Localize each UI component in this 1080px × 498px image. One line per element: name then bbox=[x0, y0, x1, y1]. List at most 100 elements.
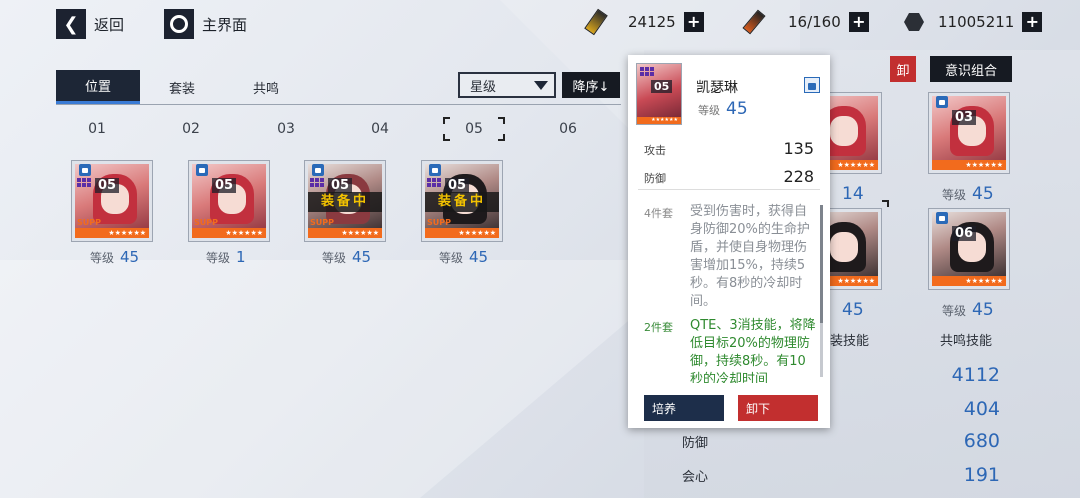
selection-corner bbox=[443, 134, 450, 141]
sort-order-button[interactable]: 降序↓ bbox=[562, 72, 620, 98]
stamina-value: 16/160 bbox=[788, 13, 841, 31]
card-number: 03 bbox=[952, 110, 977, 125]
partial-card-level: 14 bbox=[842, 184, 864, 204]
rank-pips bbox=[427, 178, 443, 187]
popup-thumbnail: 05 ★★★★★★ bbox=[636, 63, 682, 125]
resource-stamina: 16/160 + bbox=[742, 9, 869, 35]
memory-card[interactable]: 05 装备中 SUPP ★★★★★★ bbox=[304, 160, 386, 242]
stat-row: 防御 680 bbox=[682, 430, 1000, 452]
gear-nut-icon bbox=[902, 10, 926, 34]
card-level: 等级 45 bbox=[322, 248, 372, 266]
card-level: 等级 45 bbox=[942, 184, 994, 204]
slot-number[interactable]: 03 bbox=[266, 121, 306, 137]
unload-button[interactable]: 卸 bbox=[890, 56, 916, 82]
card-stars: ★★★★★★ bbox=[308, 228, 382, 238]
divider bbox=[638, 189, 820, 190]
slot-number[interactable]: 01 bbox=[77, 121, 117, 137]
gold-ticket-icon bbox=[584, 8, 608, 36]
rank-pips bbox=[640, 67, 656, 76]
tab-divider bbox=[56, 104, 621, 105]
lock-icon bbox=[429, 164, 441, 176]
card-number: 06 bbox=[952, 226, 977, 241]
stamina-battery-icon bbox=[742, 9, 766, 35]
bg-shape bbox=[0, 260, 700, 498]
popup-card-number: 05 bbox=[651, 80, 673, 93]
partial-card-level: 45 bbox=[842, 300, 864, 320]
card-stars: ★★★★★★ bbox=[75, 228, 149, 238]
slot-number[interactable]: 02 bbox=[171, 121, 211, 137]
lock-icon bbox=[936, 212, 948, 224]
combo-button[interactable]: 意识组合 bbox=[930, 56, 1012, 82]
lock-icon bbox=[79, 164, 91, 176]
rank-pips bbox=[77, 178, 93, 187]
set-effects-scroll[interactable]: 4件套 受到伤害时，获得自身防御20%的生命护盾，并使自身物理伤害增加15%，持… bbox=[628, 201, 830, 383]
selection-corner bbox=[443, 117, 450, 124]
card-number: 05 bbox=[328, 178, 353, 193]
lock-icon bbox=[196, 164, 208, 176]
sort-dropdown-value: 星级 bbox=[470, 79, 497, 95]
back-button[interactable]: ❮ 返回 bbox=[56, 8, 124, 40]
card-level: 等级 45 bbox=[439, 248, 489, 266]
supp-label: SUPP bbox=[77, 218, 101, 227]
tab-position[interactable]: 位置 bbox=[56, 70, 140, 104]
card-level: 等级 45 bbox=[90, 248, 140, 266]
popup-level: 等级 45 bbox=[698, 99, 748, 119]
set2-label: 2件套 bbox=[644, 321, 673, 334]
popup-name: 凯瑟琳 bbox=[696, 80, 738, 96]
partial-skill-label: 装技能 bbox=[830, 334, 870, 349]
equipped-label: 装备中 bbox=[425, 192, 499, 212]
tab-bar: 位置 套装 共鸣 bbox=[56, 70, 308, 104]
equipped-label: 装备中 bbox=[308, 192, 382, 212]
card-number: 05 bbox=[212, 178, 237, 193]
slot-number-selected[interactable]: 05 bbox=[454, 121, 494, 137]
resonance-skill-label: 共鸣技能 bbox=[940, 334, 993, 349]
lock-icon bbox=[936, 96, 948, 108]
popup-stat: 防御 228 bbox=[644, 167, 814, 186]
selection-corner bbox=[498, 134, 505, 141]
slot-number[interactable]: 04 bbox=[360, 121, 400, 137]
resource-gold: 24125 + bbox=[584, 8, 704, 36]
slot-number[interactable]: 06 bbox=[548, 121, 588, 137]
resource-gear: 11005211 + bbox=[902, 10, 1043, 34]
home-circle-icon bbox=[164, 9, 194, 39]
lock-icon bbox=[312, 164, 324, 176]
home-button[interactable]: 主界面 bbox=[164, 8, 247, 40]
chevron-left-icon: ❮ bbox=[56, 9, 86, 39]
home-label: 主界面 bbox=[202, 15, 248, 34]
train-button[interactable]: 培养 bbox=[644, 395, 724, 421]
memory-card[interactable]: 03 ★★★★★★ bbox=[928, 92, 1010, 174]
card-level: 等级 45 bbox=[942, 300, 994, 320]
add-gear-button[interactable]: + bbox=[1022, 12, 1043, 32]
memory-card[interactable]: 05 SUPP ★★★★★★ bbox=[188, 160, 270, 242]
set4-label: 4件套 bbox=[644, 207, 673, 220]
card-stars: ★★★★★★ bbox=[637, 117, 681, 124]
memory-card[interactable]: 06 ★★★★★★ bbox=[928, 208, 1010, 290]
card-level: 等级 1 bbox=[206, 248, 246, 266]
memory-card[interactable]: 05 装备中 SUPP ★★★★★★ bbox=[421, 160, 503, 242]
back-label: 返回 bbox=[94, 15, 125, 34]
tab-resonance[interactable]: 共鸣 bbox=[224, 70, 308, 104]
add-stamina-button[interactable]: + bbox=[848, 12, 869, 32]
memory-detail-popup: 05 ★★★★★★ 凯瑟琳 等级 45 攻击 135 防御 228 4件套 受到伤害时… bbox=[628, 55, 830, 428]
card-stars: ★★★★★★ bbox=[192, 228, 266, 238]
unequip-button[interactable]: 卸下 bbox=[738, 395, 818, 421]
add-gold-button[interactable]: + bbox=[683, 12, 704, 32]
supp-label: SUPP bbox=[194, 218, 218, 227]
tab-set[interactable]: 套装 bbox=[140, 70, 224, 104]
set4-text: 受到伤害时，获得自身防御20%的生命护盾，并使自身物理伤害增加15%，持续5秒。… bbox=[690, 204, 810, 309]
supp-label: SUPP bbox=[427, 218, 451, 227]
stat-row: 会心 191 bbox=[682, 464, 1000, 486]
set2-text: QTE、3消技能，将降低目标20%的物理防御，持续8秒。有10秒的冷却时间 bbox=[690, 318, 816, 383]
memory-card[interactable]: 05 SUPP ★★★★★★ bbox=[71, 160, 153, 242]
supp-label: SUPP bbox=[310, 218, 334, 227]
sort-dropdown[interactable]: 星级 bbox=[458, 72, 556, 98]
triangle-down-icon bbox=[534, 81, 548, 90]
lock-icon[interactable] bbox=[804, 77, 820, 93]
gold-value: 24125 bbox=[628, 13, 676, 31]
scrollbar[interactable] bbox=[820, 205, 823, 377]
gear-value: 11005211 bbox=[938, 13, 1015, 31]
card-number: 05 bbox=[95, 178, 120, 193]
rank-pips bbox=[310, 178, 326, 187]
popup-stat: 攻击 135 bbox=[644, 139, 814, 158]
card-number: 05 bbox=[445, 178, 470, 193]
